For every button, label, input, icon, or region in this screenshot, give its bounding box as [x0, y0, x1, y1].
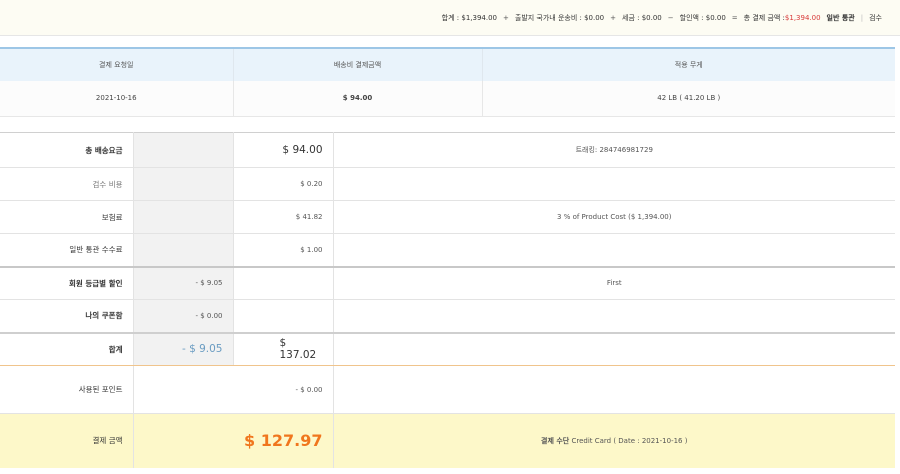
inspection-link[interactable]: 검수 — [869, 13, 882, 23]
note-cell — [333, 233, 895, 267]
shipping-total-amount: $ 94.00 — [233, 132, 334, 168]
inspection-fee-label: 검수 비용 — [0, 167, 134, 201]
shipping-total-label: 총 배송요금 — [0, 132, 134, 168]
table-row: 합계 - $ 9.05 $ 137.02 — [0, 331, 895, 366]
note-cell — [333, 331, 895, 366]
info-header-row: 결제 요청일 배송비 결제금액 적용 무게 — [0, 47, 895, 81]
divider: | — [860, 13, 864, 22]
customs-fee-amount: $ 1.00 — [233, 233, 334, 267]
table-row: 검수 비용 $ 0.20 — [0, 167, 895, 201]
summary-sum: 합계 : $1,394.00 — [441, 13, 497, 22]
note-cell — [333, 167, 895, 201]
summary-discount: 할인액 : $0.00 — [679, 13, 726, 22]
note-cell — [333, 365, 895, 414]
tracking-number[interactable]: 트래킹: 284746981729 — [333, 132, 895, 168]
summary-domestic-shipping: 출발지 국가내 운송비 : $0.00 — [514, 13, 605, 22]
general-customs-link[interactable]: 일반 통관 — [827, 13, 855, 23]
applied-weight: 42 LB ( 41.20 LB ) — [482, 81, 895, 117]
points-label: 사용된 포인트 — [0, 365, 134, 414]
header-shipping-amount: 배송비 결제금액 — [233, 47, 483, 81]
insurance-amount: $ 41.82 — [233, 200, 334, 234]
subtotal-discount: - $ 9.05 — [133, 331, 234, 366]
subtotal-label: 합계 — [0, 331, 134, 366]
insurance-note: 3 % of Product Cost ($ 1,394.00) — [333, 200, 895, 234]
summary-total-value: $1,394.00 — [784, 13, 821, 22]
table-row: 회원 등급별 할인 - $ 9.05 First — [0, 265, 895, 300]
table-row: 보험료 $ 41.82 3 % of Product Cost ($ 1,394… — [0, 200, 895, 234]
header-request-date: 결제 요청일 — [0, 47, 234, 81]
inspection-fee-amount: $ 0.20 — [233, 167, 334, 201]
table-row: 일반 통관 수수료 $ 1.00 — [0, 233, 895, 267]
discount-cell — [133, 200, 234, 234]
insurance-label: 보험료 — [0, 200, 134, 234]
cost-breakdown-table: 총 배송요금 $ 94.00 트래킹: 284746981729 검수 비용 $… — [0, 132, 895, 468]
customs-fee-label: 일반 통관 수수료 — [0, 233, 134, 267]
member-discount-value: - $ 9.05 — [133, 265, 234, 300]
discount-cell — [133, 132, 234, 168]
plus-operator: + — [503, 13, 509, 22]
amount-cell — [233, 299, 334, 333]
table-row: 총 배송요금 $ 94.00 트래킹: 284746981729 — [0, 132, 895, 168]
payment-method-value: Credit Card ( Date : 2021-10-16 ) — [571, 436, 688, 445]
note-cell — [333, 299, 895, 333]
coupon-value: - $ 0.00 — [133, 299, 234, 333]
table-row: 결제 금액 $ 127.97 결제 수단 Credit Card ( Date … — [0, 413, 895, 468]
points-amount: - $ 0.00 — [133, 365, 334, 414]
request-date: 2021-10-16 — [0, 81, 234, 117]
discount-cell — [133, 167, 234, 201]
summary-tax: 세금 : $0.00 — [622, 13, 662, 22]
member-discount-label: 회원 등급별 할인 — [0, 265, 134, 300]
summary-total-label: 총 결제 금액 : — [743, 13, 785, 22]
equals-operator: = — [731, 13, 738, 22]
payment-method: 결제 수단 Credit Card ( Date : 2021-10-16 ) — [333, 413, 895, 468]
payment-method-label: 결제 수단 — [541, 436, 570, 445]
coupon-label: 나의 쿠폰함 — [0, 299, 134, 333]
plus-operator: + — [610, 13, 617, 22]
amount-cell — [233, 265, 334, 300]
payment-amount-label: 결제 금액 — [0, 413, 134, 468]
member-grade: First — [333, 265, 895, 300]
header-applied-weight: 적용 무게 — [482, 47, 895, 81]
table-row: 사용된 포인트 - $ 0.00 — [0, 365, 895, 414]
subtotal-amount: $ 137.02 — [233, 331, 334, 366]
shipping-amount: $ 94.00 — [233, 81, 483, 117]
minus-operator: − — [667, 13, 674, 22]
info-data-row: 2021-10-16 $ 94.00 42 LB ( 41.20 LB ) — [0, 81, 895, 117]
payment-info-table: 결제 요청일 배송비 결제금액 적용 무게 2021-10-16 $ 94.00… — [0, 47, 895, 117]
payment-amount: $ 127.97 — [133, 413, 334, 468]
payment-summary-bar: 합계 : $1,394.00 + 출발지 국가내 운송비 : $0.00 + 세… — [0, 0, 900, 36]
table-row: 나의 쿠폰함 - $ 0.00 — [0, 299, 895, 333]
discount-cell — [133, 233, 234, 267]
